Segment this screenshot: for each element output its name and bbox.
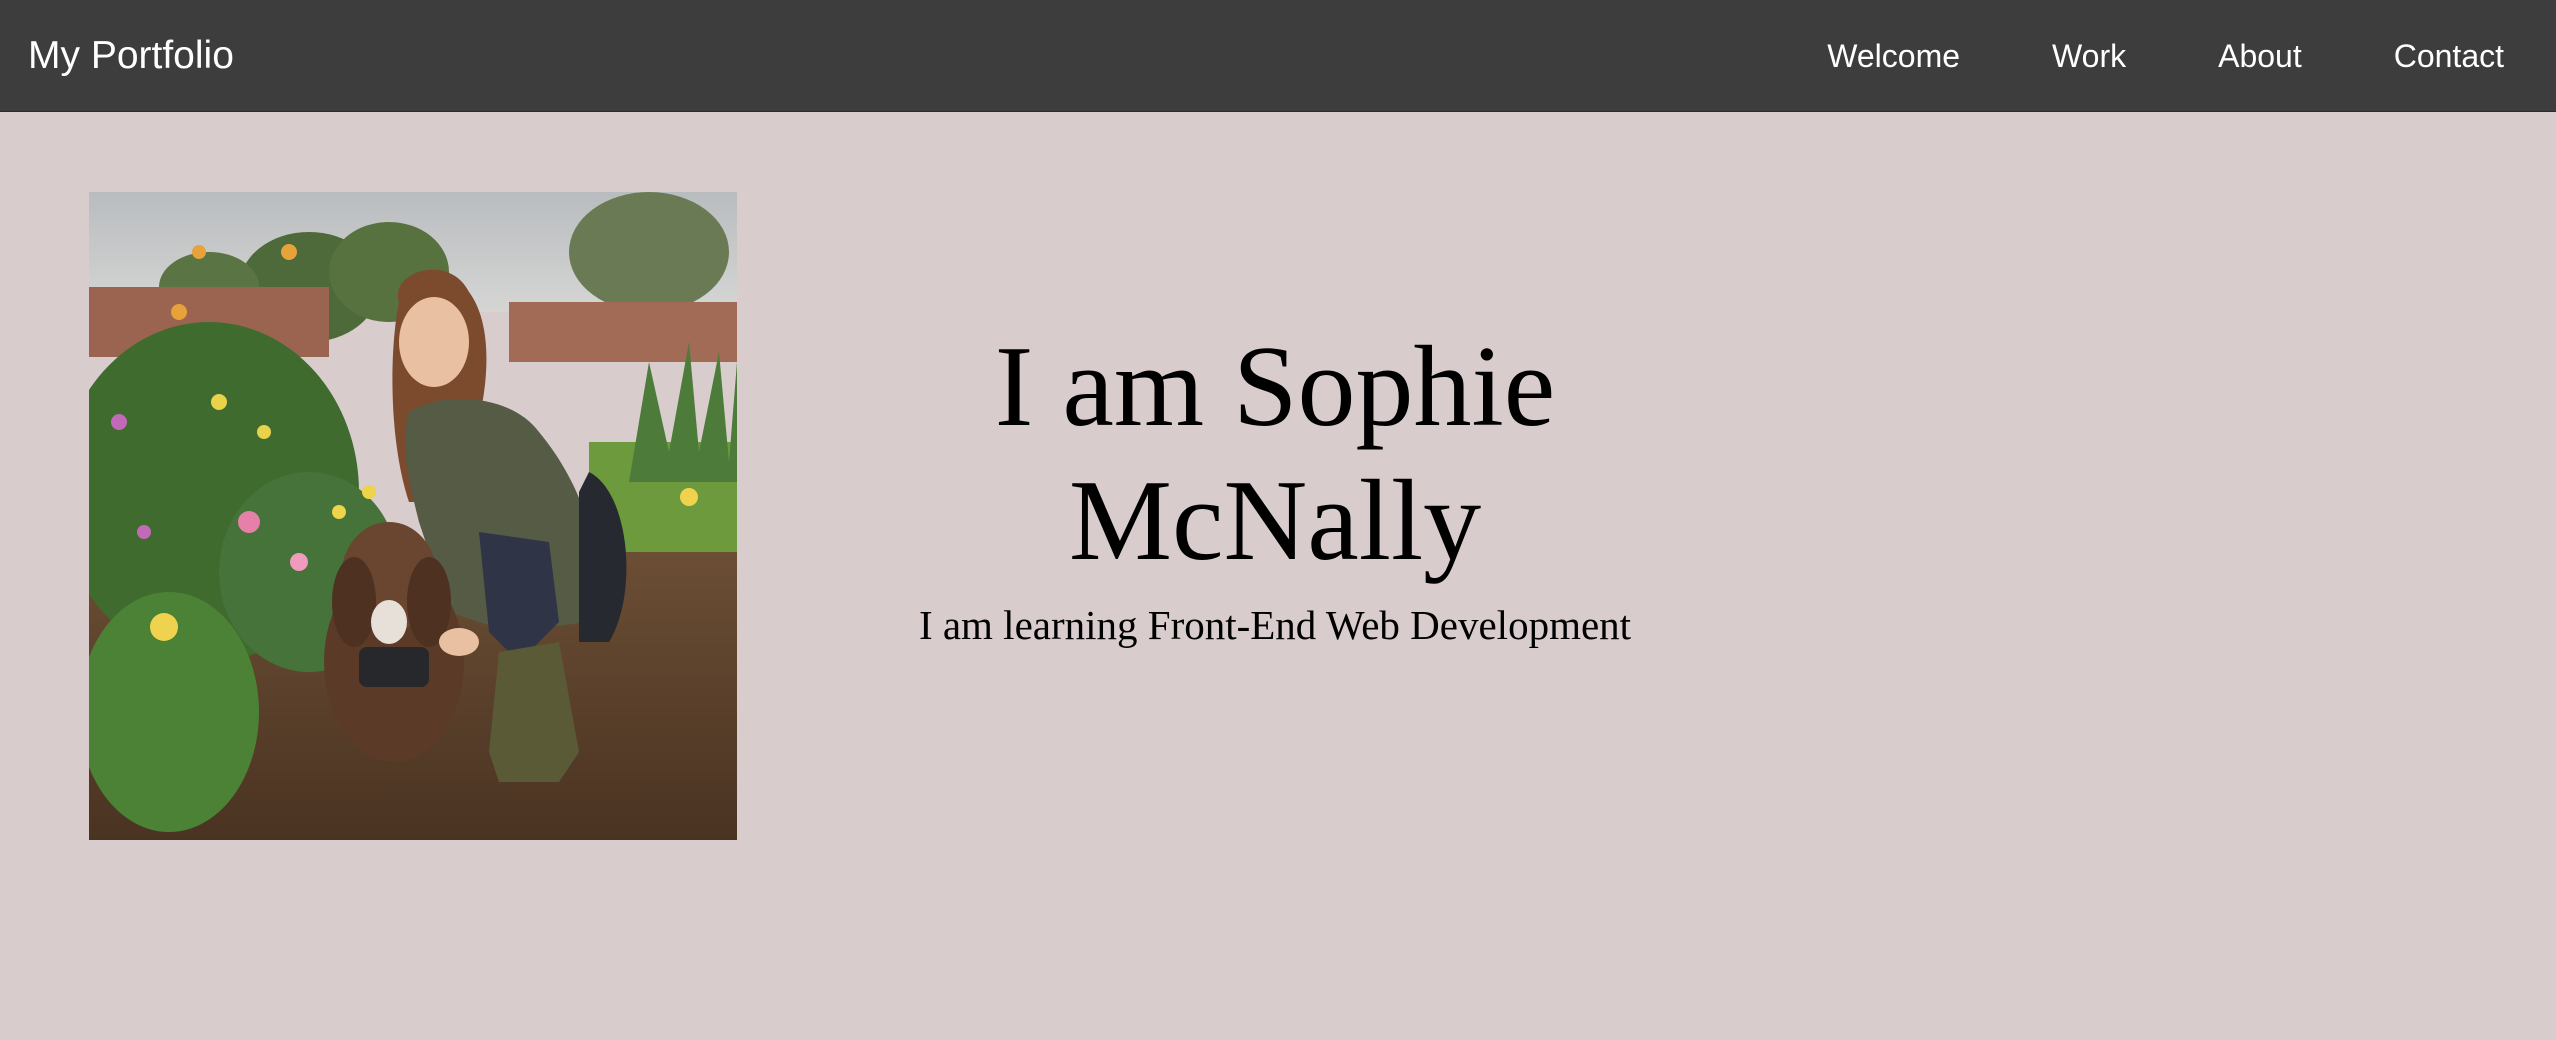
nav-item-contact: Contact [2394,0,2504,112]
nav-item-work: Work [2052,0,2126,112]
nav-link-about[interactable]: About [2218,0,2302,112]
profile-photo [89,192,737,840]
nav-item-about: About [2218,0,2302,112]
hero-text: I am Sophie McNally I am learning Front-… [800,320,1750,650]
nav-item-welcome: Welcome [1827,0,1960,112]
hero-subtitle: I am learning Front-End Web Development [918,602,1632,648]
hero-title: I am Sophie McNally [994,323,1556,585]
nav-link-welcome[interactable]: Welcome [1827,0,1960,112]
top-navbar: My Portfolio Welcome Work About Contact [0,0,2556,112]
nav-links: Welcome Work About Contact [1827,0,2556,112]
nav-link-work[interactable]: Work [2052,0,2126,112]
nav-link-contact[interactable]: Contact [2394,0,2504,112]
brand-link[interactable]: My Portfolio [28,0,234,112]
